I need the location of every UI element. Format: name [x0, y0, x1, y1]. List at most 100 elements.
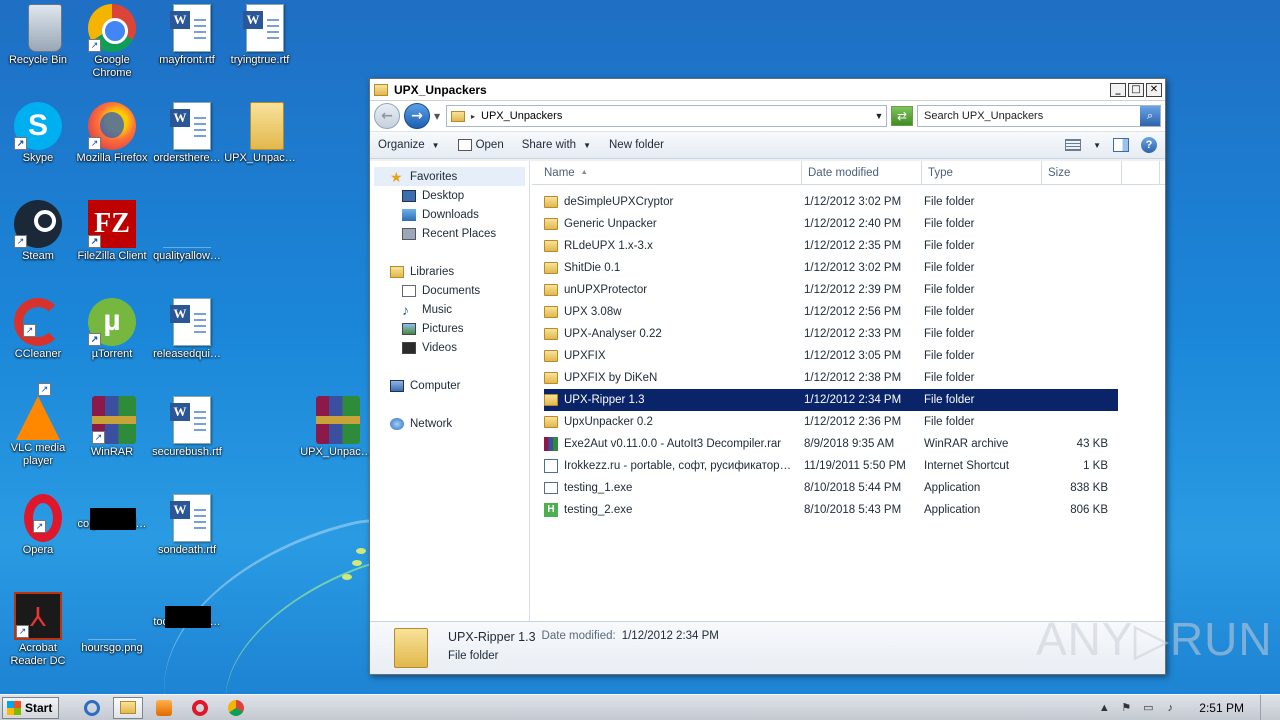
- file-name-cell[interactable]: ShitDie 0.1: [544, 262, 804, 274]
- desktop-icon[interactable]: µ ↗ µTorrent: [74, 298, 150, 361]
- nav-network[interactable]: Network: [370, 414, 529, 433]
- file-name-cell[interactable]: deSimpleUPXCryptor: [544, 196, 804, 208]
- chevron-right-icon[interactable]: ▸: [471, 112, 475, 121]
- file-name-cell[interactable]: Exe2Aut v0.11.0.0 - AutoIt3 Decompiler.r…: [544, 437, 804, 451]
- file-name-cell[interactable]: UPX-Ripper 1.3: [544, 394, 804, 406]
- nav-computer[interactable]: Computer: [370, 376, 529, 395]
- file-row[interactable]: Htesting_2.exe 8/10/2018 5:43 PM Applicati…: [544, 499, 1118, 521]
- network-tray-icon[interactable]: ▭: [1141, 701, 1155, 715]
- desktop-icon[interactable]: UPX_Unpac…: [298, 396, 374, 459]
- chevron-down-icon[interactable]: ▼: [872, 111, 886, 121]
- desktop-icon[interactable]: hoursgo.png: [74, 592, 150, 655]
- file-name-cell[interactable]: RLdeUPX 1.x-3.x: [544, 240, 804, 252]
- desktop-icon[interactable]: Wsondeath.rtf: [149, 494, 225, 557]
- start-button[interactable]: Start: [2, 696, 60, 719]
- nav-desktop[interactable]: Desktop: [370, 186, 529, 205]
- address-path[interactable]: UPX_Unpackers: [481, 110, 866, 122]
- file-row[interactable]: UPXFIX 1/12/2012 3:05 PM File folder: [544, 345, 1118, 367]
- taskbar-media-player[interactable]: [149, 697, 179, 719]
- address-bar[interactable]: ▸ UPX_Unpackers ▼: [446, 105, 887, 127]
- taskbar-chrome[interactable]: [221, 697, 251, 719]
- nav-favorites[interactable]: ★ Favorites: [374, 167, 525, 186]
- file-name-cell[interactable]: UPX 3.08w: [544, 306, 804, 318]
- desktop-icon[interactable]: tocertificate…: [149, 592, 225, 629]
- desktop-icon[interactable]: ↗ Google Chrome: [74, 4, 150, 80]
- file-row[interactable]: ShitDie 0.1 1/12/2012 3:02 PM File folder: [544, 257, 1118, 279]
- search-input[interactable]: Search UPX_Unpackers ⌕: [917, 105, 1161, 127]
- desktop-icon[interactable]: S ↗ Skype: [0, 102, 76, 165]
- nav-downloads[interactable]: Downloads: [370, 205, 529, 224]
- nav-videos[interactable]: Videos: [370, 338, 529, 357]
- taskbar-opera[interactable]: [185, 697, 215, 719]
- file-name-cell[interactable]: unUPXProtector: [544, 284, 804, 296]
- title-bar[interactable]: UPX_Unpackers _ □ ✕: [370, 79, 1165, 101]
- file-row[interactable]: UPX-Ripper 1.3 1/12/2012 2:34 PM File fold…: [544, 389, 1118, 411]
- file-name-cell[interactable]: Irokkezz.ru - portable, софт, русификато…: [544, 459, 804, 473]
- preview-pane-icon[interactable]: [1113, 138, 1129, 152]
- desktop-icon[interactable]: Wordersthere…: [149, 102, 225, 165]
- show-desktop-button[interactable]: [1260, 694, 1270, 720]
- organize-menu[interactable]: Organize ▼: [378, 139, 440, 151]
- desktop-icon[interactable]: ↗ Acrobat Reader DC: [0, 592, 76, 668]
- column-header-type[interactable]: Type: [922, 161, 1042, 184]
- maximize-button[interactable]: □: [1128, 82, 1144, 97]
- show-hidden-icons-icon[interactable]: ▲: [1097, 701, 1111, 715]
- desktop-icon[interactable]: Wmayfront.rtf: [149, 4, 225, 67]
- nav-libraries[interactable]: Libraries: [370, 262, 529, 281]
- desktop-icon[interactable]: Wtryingtrue.rtf: [222, 4, 298, 67]
- desktop-icon[interactable]: ↗ VLC media player: [0, 383, 76, 468]
- column-header-name[interactable]: Name ▲: [532, 161, 802, 184]
- back-button[interactable]: ←: [374, 103, 400, 129]
- file-name-cell[interactable]: UPXFIX by DiKeN: [544, 372, 804, 384]
- desktop-icon[interactable]: Recycle Bin: [0, 4, 76, 67]
- column-header-date[interactable]: Date modified: [802, 161, 922, 184]
- action-center-icon[interactable]: ⚑: [1119, 701, 1133, 715]
- new-folder-button[interactable]: New folder: [609, 139, 664, 151]
- desktop-icon[interactable]: qualityallow…: [149, 200, 225, 263]
- nav-recent-places[interactable]: Recent Places: [370, 224, 529, 243]
- file-row[interactable]: Exe2Aut v0.11.0.0 - AutoIt3 Decompiler.r…: [544, 433, 1118, 455]
- refresh-button[interactable]: ⇄: [891, 106, 913, 126]
- column-header-size[interactable]: Size: [1042, 161, 1122, 184]
- view-options-icon[interactable]: [1065, 139, 1082, 151]
- file-name-cell[interactable]: Htesting_2.exe: [544, 503, 804, 517]
- taskbar-internet-explorer[interactable]: [77, 697, 107, 719]
- file-name-cell[interactable]: testing_1.exe: [544, 482, 804, 494]
- desktop-icon[interactable]: ↗ Opera: [0, 494, 76, 557]
- desktop-icon[interactable]: ↗ Mozilla Firefox: [74, 102, 150, 165]
- desktop-icon[interactable]: UPX_Unpac…: [222, 102, 298, 165]
- file-name-cell[interactable]: UpxUnpacker 0.2: [544, 416, 804, 428]
- desktop-icon[interactable]: ↗ WinRAR: [74, 396, 150, 459]
- minimize-button[interactable]: _: [1110, 82, 1126, 97]
- desktop-icon[interactable]: ↗ CCleaner: [0, 298, 76, 361]
- file-row[interactable]: unUPXProtector 1/12/2012 2:39 PM File fold…: [544, 279, 1118, 301]
- file-name-cell[interactable]: UPX-Analyser 0.22: [544, 328, 804, 340]
- forward-button[interactable]: →: [404, 103, 430, 129]
- file-row[interactable]: UPXFIX by DiKeN 1/12/2012 2:38 PM File fol…: [544, 367, 1118, 389]
- desktop-icon[interactable]: FZ ↗ FileZilla Client: [74, 200, 150, 263]
- file-row[interactable]: RLdeUPX 1.x-3.x 1/12/2012 2:35 PM File fol…: [544, 235, 1118, 257]
- close-button[interactable]: ✕: [1146, 82, 1162, 97]
- share-with-menu[interactable]: Share with ▼: [522, 139, 591, 151]
- file-name-cell[interactable]: Generic Unpacker: [544, 218, 804, 230]
- nav-music[interactable]: ♪ Music: [370, 300, 529, 319]
- desktop-icon[interactable]: Wreleasedqui…: [149, 298, 225, 361]
- file-row[interactable]: deSimpleUPXCryptor 1/12/2012 3:02 PM File …: [544, 191, 1118, 213]
- taskbar-explorer[interactable]: [113, 696, 144, 719]
- desktop-icon[interactable]: corporationf…: [74, 494, 150, 531]
- chevron-down-icon[interactable]: ▼: [1093, 141, 1101, 150]
- nav-documents[interactable]: Documents: [370, 281, 529, 300]
- clock[interactable]: 2:51 PM: [1199, 701, 1244, 715]
- volume-icon[interactable]: ♪: [1163, 701, 1177, 715]
- file-row[interactable]: UpxUnpacker 0.2 1/12/2012 2:36 PM File fol…: [544, 411, 1118, 433]
- file-name-cell[interactable]: UPXFIX: [544, 350, 804, 362]
- file-row[interactable]: testing_1.exe 8/10/2018 5:44 PM Applicatio…: [544, 477, 1118, 499]
- nav-pictures[interactable]: Pictures: [370, 319, 529, 338]
- file-row[interactable]: UPX-Analyser 0.22 1/12/2012 2:33 PM File f…: [544, 323, 1118, 345]
- file-row[interactable]: Irokkezz.ru - portable, софт, русификато…: [544, 455, 1118, 477]
- column-header-extra[interactable]: [1122, 161, 1160, 184]
- desktop-icon[interactable]: Wsecurebush.rtf: [149, 396, 225, 459]
- help-icon[interactable]: ?: [1141, 137, 1157, 153]
- desktop-icon[interactable]: ↗ Steam: [0, 200, 76, 263]
- search-icon[interactable]: ⌕: [1140, 106, 1160, 126]
